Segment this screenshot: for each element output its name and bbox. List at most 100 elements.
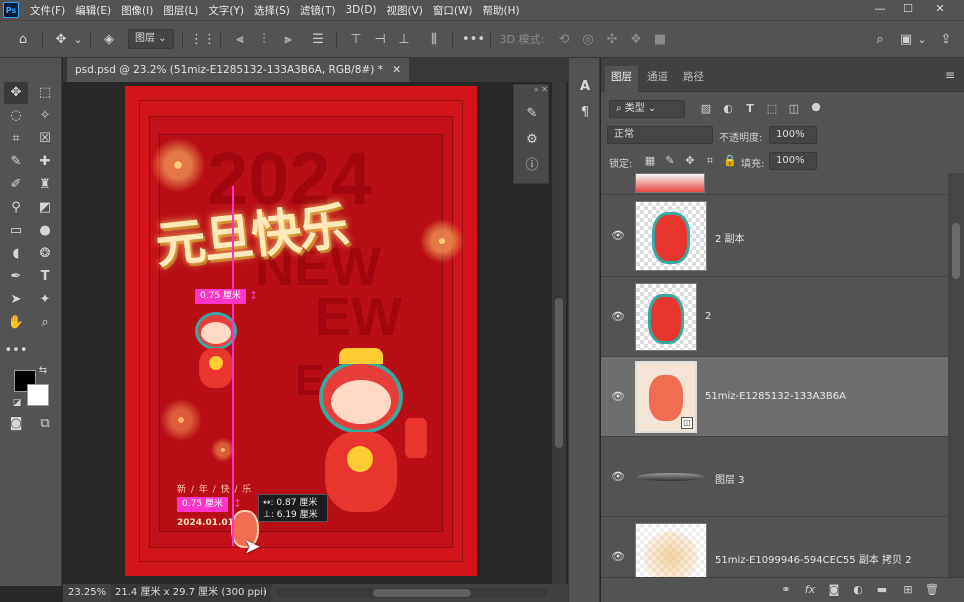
- lock-position-icon[interactable]: ✥: [681, 152, 699, 170]
- home-icon[interactable]: ⌂: [12, 30, 34, 50]
- default-colors-icon[interactable]: ◪: [10, 396, 24, 410]
- menu-window[interactable]: 窗口(W): [428, 3, 478, 18]
- add-mask-icon[interactable]: ◙: [825, 582, 843, 598]
- brush-settings-icon[interactable]: ✎: [520, 103, 544, 125]
- lock-pixels-icon[interactable]: ✎: [661, 152, 679, 170]
- align-center-icon[interactable]: ⫶: [254, 30, 274, 50]
- layers-list[interactable]: 👁 2 副本 👁 2 👁 ◫ 51miz-E1285132-133A3B6A 👁: [601, 173, 948, 577]
- search-icon[interactable]: ⌕: [870, 30, 890, 50]
- paragraph-panel-icon[interactable]: ¶: [573, 102, 597, 124]
- eye-icon[interactable]: 👁: [611, 551, 625, 562]
- tab-paths[interactable]: 路径: [677, 66, 710, 92]
- menu-3d[interactable]: 3D(D): [340, 4, 381, 16]
- new-layer-icon[interactable]: ⊞: [899, 582, 917, 598]
- menu-help[interactable]: 帮助(H): [478, 3, 525, 18]
- filter-shape-icon[interactable]: ⬚: [763, 100, 781, 118]
- menu-file[interactable]: 文件(F): [25, 3, 70, 18]
- adjustment-layer-icon[interactable]: ◐: [849, 582, 867, 598]
- gradient-tool-icon[interactable]: ▭: [4, 220, 28, 242]
- frame-tool-icon[interactable]: ☒: [33, 128, 57, 150]
- filter-adjustment-icon[interactable]: ◐: [719, 100, 737, 118]
- path-select-icon[interactable]: ➤: [4, 289, 28, 311]
- align-right-icon[interactable]: ⫸: [278, 30, 298, 50]
- workspace-icon[interactable]: ▣: [896, 30, 916, 50]
- magic-wand-icon[interactable]: ✧: [33, 105, 57, 127]
- stamp-tool-icon[interactable]: ♜: [33, 174, 57, 196]
- menu-view[interactable]: 视图(V): [382, 3, 428, 18]
- hand-tool-icon[interactable]: ✋: [4, 312, 28, 334]
- move-tool-icon[interactable]: ✥: [4, 82, 28, 104]
- align-bottom-icon[interactable]: ⊥: [394, 30, 414, 50]
- menu-image[interactable]: 图像(I): [116, 3, 158, 18]
- eraser-tool-icon[interactable]: ◩: [33, 197, 57, 219]
- link-layers-icon[interactable]: ⚭: [777, 582, 795, 598]
- swap-colors-icon[interactable]: ⇆: [36, 364, 50, 378]
- eye-icon[interactable]: 👁: [611, 471, 625, 482]
- close-icon[interactable]: ✕: [926, 0, 954, 20]
- zoom-level[interactable]: 23.25%: [68, 584, 106, 602]
- minimize-icon[interactable]: —: [866, 0, 894, 20]
- horizontal-scrollbar[interactable]: [277, 588, 547, 598]
- layer-row-selected[interactable]: 👁 ◫ 51miz-E1285132-133A3B6A: [601, 357, 948, 437]
- align-top-icon[interactable]: ⊤: [346, 30, 366, 50]
- background-color-swatch[interactable]: [27, 384, 49, 406]
- document-tab[interactable]: psd.psd @ 23.2% (51miz-E1285132-133A3B6A…: [67, 58, 410, 82]
- layer-row[interactable]: 👁 图层 3: [601, 437, 948, 517]
- tab-layers[interactable]: 图层: [605, 66, 638, 92]
- horizontal-scroll-thumb[interactable]: [373, 589, 471, 597]
- chevron-down-icon[interactable]: ⌄: [72, 30, 84, 50]
- auto-select-icon[interactable]: ◈: [98, 30, 120, 50]
- quick-mask-icon[interactable]: ◙: [4, 413, 28, 435]
- auto-select-dropdown[interactable]: 图层 ⌄: [128, 29, 174, 49]
- eye-icon[interactable]: 👁: [611, 391, 625, 402]
- distribute-icon[interactable]: ☰: [308, 30, 328, 50]
- more-tools-icon[interactable]: •••: [4, 340, 28, 362]
- layer-row[interactable]: 👁 2 副本: [601, 195, 948, 277]
- share-icon[interactable]: ⇪: [936, 30, 956, 50]
- layer-row-partial[interactable]: [601, 173, 948, 195]
- mini-panel-collapse-icon[interactable]: » ✕: [516, 85, 548, 95]
- marquee-tool-icon[interactable]: ⬚: [33, 82, 57, 104]
- menu-select[interactable]: 选择(S): [249, 3, 295, 18]
- layer-row[interactable]: 👁 51miz-E1099946-594CEC55 副本 拷贝 2: [601, 517, 948, 577]
- history-brush-icon[interactable]: ⚲: [4, 197, 28, 219]
- eye-icon[interactable]: 👁: [611, 311, 625, 322]
- lock-all-icon[interactable]: 🔒: [721, 152, 739, 170]
- maximize-icon[interactable]: ☐: [894, 0, 922, 20]
- filter-type-icon[interactable]: T: [741, 100, 759, 118]
- eye-icon[interactable]: 👁: [611, 230, 625, 241]
- panel-menu-icon[interactable]: ≡: [945, 68, 955, 82]
- close-tab-icon[interactable]: ✕: [392, 64, 401, 76]
- delete-layer-icon[interactable]: 🗑: [923, 582, 941, 598]
- pen-tool-icon[interactable]: ✒: [4, 266, 28, 288]
- status-arrow-icon[interactable]: ›: [263, 584, 267, 602]
- move-tool-icon[interactable]: ✥: [50, 30, 72, 50]
- layers-scrollbar[interactable]: [948, 173, 964, 577]
- canvas-vertical-scrollbar[interactable]: [552, 82, 566, 584]
- lock-artboard-icon[interactable]: ⌗: [701, 152, 719, 170]
- tab-channels[interactable]: 通道: [641, 66, 674, 92]
- filter-pixel-icon[interactable]: ▨: [697, 100, 715, 118]
- layers-scroll-thumb[interactable]: [952, 223, 960, 279]
- menu-filter[interactable]: 滤镜(T): [295, 3, 341, 18]
- eyedropper-icon[interactable]: ✎: [4, 151, 28, 173]
- fill-input[interactable]: 100%: [769, 152, 817, 170]
- transform-controls-icon[interactable]: ⋮⋮: [190, 30, 216, 50]
- filter-toggle-icon[interactable]: ●: [807, 98, 825, 116]
- healing-brush-icon[interactable]: ✚: [33, 151, 57, 173]
- zoom-tool-icon[interactable]: ⌕: [33, 312, 57, 334]
- info-icon[interactable]: ⓘ: [520, 155, 544, 177]
- align-middle-icon[interactable]: ⊣: [370, 30, 390, 50]
- menu-edit[interactable]: 编辑(E): [70, 3, 116, 18]
- fx-icon[interactable]: fx: [801, 582, 819, 598]
- dodge-tool-icon[interactable]: ◖: [4, 243, 28, 265]
- more-icon[interactable]: •••: [462, 30, 485, 50]
- blur-tool-icon[interactable]: ●: [33, 220, 57, 242]
- menu-layer[interactable]: 图层(L): [158, 3, 203, 18]
- character-panel-icon[interactable]: A: [573, 76, 597, 98]
- canvas-scroll-thumb[interactable]: [555, 298, 563, 448]
- brush-tool-icon[interactable]: ✐: [4, 174, 28, 196]
- lock-transparent-icon[interactable]: ▦: [641, 152, 659, 170]
- layer-filter-dropdown[interactable]: ⌕ 类型 ⌄: [609, 100, 685, 118]
- lasso-tool-icon[interactable]: ◌: [4, 105, 28, 127]
